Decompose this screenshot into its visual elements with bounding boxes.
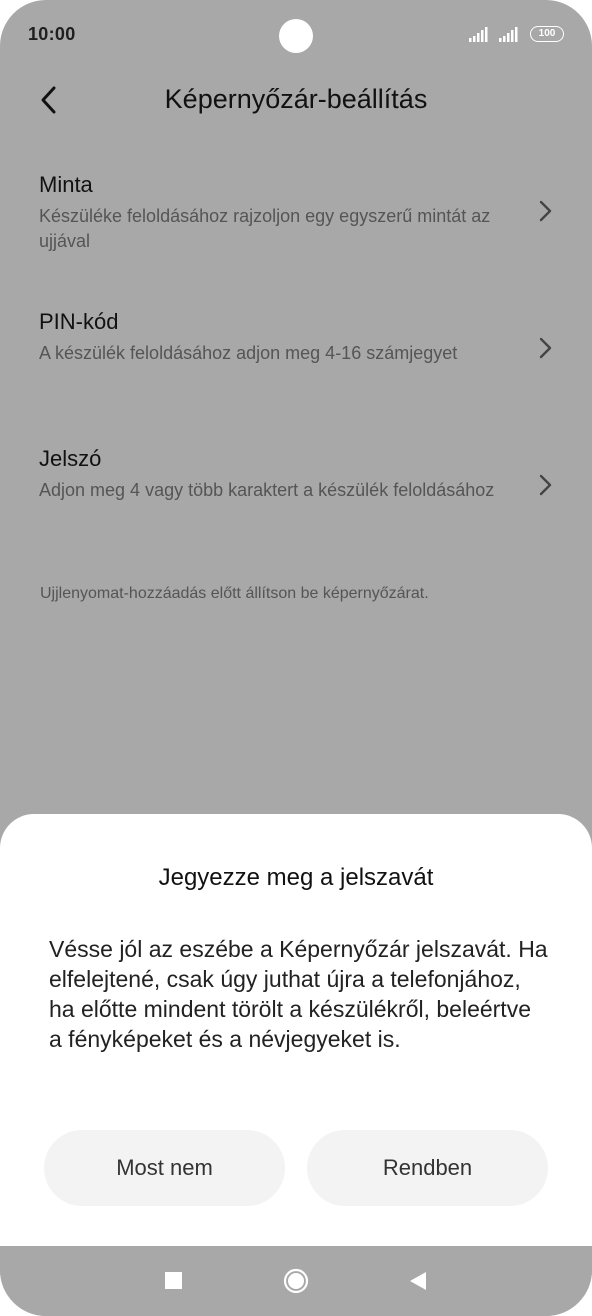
option-description: Adjon meg 4 vagy több karaktert a készül… bbox=[39, 480, 495, 500]
option-password[interactable]: Jelszó Adjon meg 4 vagy több karaktert a… bbox=[0, 446, 592, 556]
option-description: A készülék feloldásához adjon meg 4-16 s… bbox=[39, 343, 458, 363]
chevron-right-icon bbox=[539, 474, 552, 496]
fingerprint-hint: Ujjlenyomat-hozzáadás előtt állítson be … bbox=[40, 585, 429, 602]
chevron-right-icon bbox=[539, 337, 552, 359]
password-reminder-dialog: Jegyezze meg a jelszavát Vésse jól az es… bbox=[0, 814, 592, 1246]
not-now-button[interactable]: Most nem bbox=[44, 1130, 285, 1206]
option-description: Készüléke feloldásához rajzoljon egy egy… bbox=[39, 206, 491, 251]
page-title: Képernyőzár-beállítás bbox=[164, 84, 428, 114]
home-icon[interactable] bbox=[283, 1268, 309, 1294]
status-bar: 10:00 100 bbox=[0, 0, 592, 70]
option-title: Minta bbox=[39, 172, 93, 197]
option-pattern[interactable]: Minta Készüléke feloldásához rajzoljon e… bbox=[0, 172, 592, 282]
back-triangle-icon[interactable] bbox=[408, 1270, 428, 1292]
dialog-message: Vésse jól az eszébe a Képernyőzár jelsza… bbox=[49, 936, 548, 1052]
dialog-title: Jegyezze meg a jelszavát bbox=[158, 864, 434, 891]
status-time: 10:00 bbox=[28, 24, 76, 44]
option-title: Jelszó bbox=[39, 446, 102, 471]
signal-icon bbox=[469, 27, 488, 42]
navigation-bar bbox=[0, 1246, 592, 1316]
battery-icon: 100 bbox=[530, 26, 564, 42]
option-pin[interactable]: PIN-kód A készülék feloldásához adjon me… bbox=[0, 309, 592, 419]
option-title: PIN-kód bbox=[39, 309, 119, 334]
chevron-right-icon bbox=[539, 200, 552, 222]
signal-icon bbox=[499, 27, 518, 42]
recent-apps-icon[interactable] bbox=[165, 1272, 182, 1289]
ok-button[interactable]: Rendben bbox=[307, 1130, 548, 1206]
phone-screen: 10:00 100 Képernyőzár-beállítás Minta Ké… bbox=[0, 0, 592, 1316]
front-camera-cutout bbox=[279, 19, 313, 53]
battery-level: 100 bbox=[538, 28, 556, 39]
